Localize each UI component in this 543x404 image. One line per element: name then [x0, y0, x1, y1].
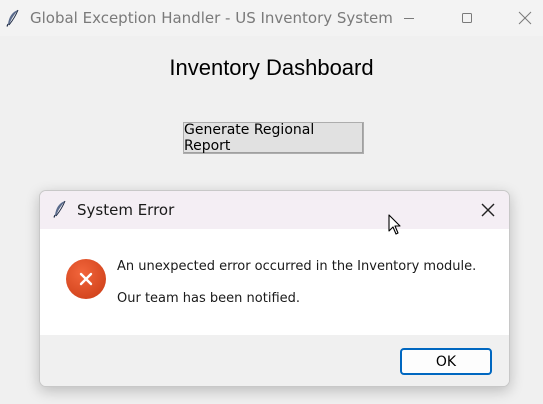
close-button[interactable]	[502, 0, 543, 36]
maximize-icon	[462, 13, 472, 23]
error-message: An unexpected error occurred in the Inve…	[117, 259, 477, 274]
dialog-body: An unexpected error occurred in the Inve…	[40, 229, 509, 335]
notification-message: Our team has been notified.	[117, 291, 301, 306]
maximize-button[interactable]	[444, 0, 490, 36]
main-window: Global Exception Handler - US Inventory …	[0, 0, 543, 404]
main-titlebar[interactable]: Global Exception Handler - US Inventory …	[0, 0, 543, 36]
mouse-cursor-icon	[388, 214, 401, 235]
dialog-footer: OK	[40, 335, 509, 386]
dialog-close-button[interactable]	[470, 194, 506, 226]
close-icon	[481, 203, 495, 217]
error-x-icon	[66, 259, 106, 299]
feather-icon	[6, 9, 19, 27]
generate-report-button[interactable]: Generate Regional Report	[183, 122, 364, 154]
window-title: Global Exception Handler - US Inventory …	[30, 9, 393, 27]
dashboard-title: Inventory Dashboard	[169, 55, 374, 80]
minimize-icon	[404, 18, 414, 19]
close-icon	[518, 11, 532, 25]
minimize-button[interactable]	[386, 0, 432, 36]
dialog-titlebar[interactable]: System Error	[40, 191, 509, 229]
ok-button[interactable]: OK	[400, 348, 492, 375]
dialog-title: System Error	[77, 201, 175, 219]
error-dialog: System Error An unexpected error occurre…	[39, 190, 510, 387]
feather-icon	[53, 200, 66, 218]
